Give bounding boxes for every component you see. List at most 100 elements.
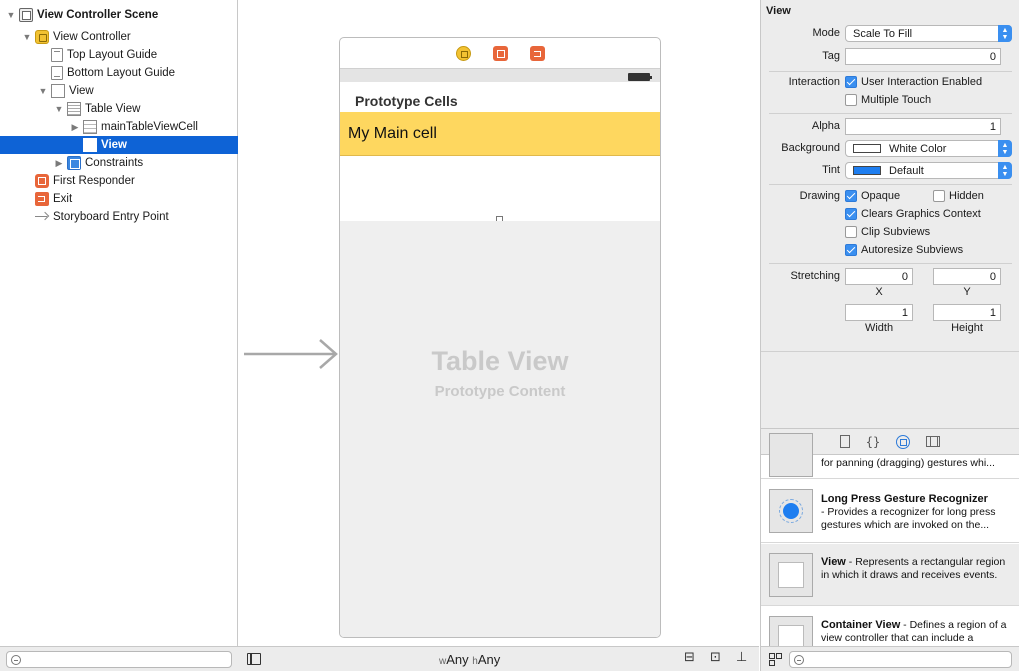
container-view-thumbnail — [769, 616, 813, 646]
cell-label[interactable]: My Main cell — [348, 125, 437, 143]
view-icon — [51, 84, 65, 98]
outline-filter-field[interactable] — [6, 651, 232, 668]
table-view-area[interactable] — [340, 221, 660, 637]
separator — [769, 71, 1012, 72]
checkbox-label: Opaque — [861, 190, 901, 202]
disclosure-open-icon[interactable]: ▼ — [6, 10, 16, 20]
separator — [769, 263, 1012, 264]
grid-view-icon[interactable] — [769, 653, 781, 666]
clip-subviews-checkbox[interactable]: Clip Subviews — [845, 226, 930, 238]
stretch-width-field[interactable]: 1 — [845, 304, 913, 321]
view-icon — [83, 138, 97, 152]
object-library-icon[interactable] — [896, 434, 910, 449]
stretch-y-field[interactable]: 0 — [933, 268, 1001, 285]
tag-label: Tag — [822, 50, 840, 62]
hidden-checkbox[interactable]: Hidden — [933, 190, 984, 202]
background-popup[interactable]: White Color ▲ ▼ — [845, 140, 1012, 157]
disclosure-closed-icon[interactable]: ▶ — [70, 122, 80, 132]
autoresize-subviews-checkbox[interactable]: Autoresize Subviews — [845, 244, 963, 256]
outline-row-table-view[interactable]: ▼ Table View — [0, 100, 238, 118]
pin-icon[interactable]: ⊡ — [710, 650, 721, 665]
stretch-width-label: Width — [864, 322, 894, 334]
main-table-view-cell[interactable]: My Main cell — [340, 112, 660, 156]
checkbox-checked-icon — [845, 244, 857, 256]
outline-label: First Responder — [53, 175, 135, 187]
outline-row-view[interactable]: ▼ View — [0, 82, 238, 100]
stretch-x-field[interactable]: 0 — [845, 268, 913, 285]
alpha-field[interactable]: 1 — [845, 118, 1001, 135]
touch-point-icon — [779, 499, 803, 523]
toggle-outline-icon[interactable] — [247, 653, 261, 665]
outline-row-bottom-layout-guide[interactable]: Bottom Layout Guide — [0, 64, 238, 82]
mode-value: Scale To Fill — [853, 27, 913, 40]
code-snippet-icon[interactable]: {} — [866, 435, 880, 449]
popup-arrows-icon: ▲ ▼ — [998, 162, 1012, 179]
align-icon[interactable]: ⊟ — [684, 650, 695, 665]
object-library: {} for panning (dragging) gestures whi..… — [760, 428, 1019, 646]
interaction-label: Interaction — [788, 76, 840, 88]
tag-field[interactable]: 0 — [845, 48, 1001, 65]
outline-row-view-selected[interactable]: View — [0, 136, 238, 154]
outline-row-main-table-view-cell[interactable]: ▶ mainTableViewCell — [0, 118, 238, 136]
tint-label: Tint — [822, 164, 840, 176]
opaque-checkbox[interactable]: Opaque — [845, 190, 900, 202]
size-class-selector[interactable]: wAny hAny — [439, 652, 500, 667]
storyboard-entry-arrow-icon[interactable] — [244, 338, 340, 370]
background-value: White Color — [889, 142, 947, 155]
long-press-thumbnail — [769, 489, 813, 533]
tint-popup[interactable]: Default ▲ ▼ — [845, 162, 1012, 179]
outline-label: Top Layout Guide — [67, 49, 158, 61]
mode-popup[interactable]: Scale To Fill ▲ ▼ — [845, 25, 1012, 42]
disclosure-open-icon[interactable]: ▼ — [22, 32, 32, 42]
library-item-long-press[interactable]: Long Press Gesture Recognizer - Provides … — [761, 480, 1019, 543]
stretch-height-field[interactable]: 1 — [933, 304, 1001, 321]
outline-filter-input[interactable] — [7, 652, 231, 667]
disclosure-closed-icon[interactable]: ▶ — [54, 158, 64, 168]
outline-label: View Controller Scene — [37, 9, 159, 21]
outline-row-constraints[interactable]: ▶ Constraints — [0, 154, 238, 172]
popup-arrows-icon: ▲ ▼ — [998, 25, 1012, 42]
user-interaction-checkbox[interactable]: User Interaction Enabled — [845, 76, 982, 88]
selected-cell-content-view[interactable] — [340, 156, 660, 221]
checkbox-checked-icon — [845, 208, 857, 220]
outline-row-view-controller[interactable]: ▼ View Controller — [0, 28, 238, 46]
file-template-icon[interactable] — [840, 435, 850, 448]
multiple-touch-checkbox[interactable]: Multiple Touch — [845, 94, 931, 106]
outline-row-storyboard-entry-point[interactable]: Storyboard Entry Point — [0, 208, 238, 226]
battery-icon — [628, 73, 652, 81]
library-item-pan-gesture[interactable]: for panning (dragging) gestures whi... — [761, 433, 1019, 479]
inspector-section-title: View — [766, 5, 791, 17]
library-filter-input[interactable] — [790, 652, 1011, 667]
outline-row-first-responder[interactable]: First Responder — [0, 172, 238, 190]
document-outline: ▼ View Controller Scene ▼ View Controlle… — [0, 0, 238, 646]
scene-dock — [340, 38, 660, 68]
library-item-desc: View - Represents a rectangular region i… — [821, 556, 1006, 581]
stretch-width-value: 1 — [901, 306, 908, 319]
library-item-view[interactable]: View - Represents a rectangular region i… — [761, 544, 1019, 606]
first-responder-icon[interactable] — [492, 45, 508, 61]
library-item-container-view[interactable]: Container View - Defines a region of a v… — [761, 607, 1019, 646]
outline-row-scene[interactable]: ▼ View Controller Scene — [0, 6, 238, 24]
view-controller-icon[interactable] — [455, 45, 471, 61]
library-filter-field[interactable] — [789, 651, 1012, 668]
table-view-placeholder-title: Table View — [431, 346, 569, 376]
outline-row-exit[interactable]: Exit — [0, 190, 238, 208]
disclosure-open-icon[interactable]: ▼ — [38, 86, 48, 96]
mode-label: Mode — [812, 27, 840, 39]
resolve-issues-icon[interactable]: ⊥ — [736, 650, 747, 665]
disclosure-open-icon[interactable]: ▼ — [54, 104, 64, 114]
pan-gesture-thumbnail — [769, 433, 813, 477]
outline-row-top-layout-guide[interactable]: Top Layout Guide — [0, 46, 238, 64]
checkbox-label: Multiple Touch — [861, 94, 932, 106]
outline-label: Bottom Layout Guide — [67, 67, 176, 79]
checkbox-label: Clears Graphics Context — [861, 208, 981, 220]
view-icon — [778, 562, 804, 588]
outline-filter-bar — [0, 646, 239, 671]
table-cell-icon — [83, 120, 97, 134]
clears-graphics-context-checkbox[interactable]: Clears Graphics Context — [845, 208, 981, 220]
media-library-icon[interactable] — [926, 436, 940, 447]
storyboard-canvas[interactable]: Prototype Cells My Main cell Table View … — [239, 0, 759, 646]
outline-label: View Controller — [53, 31, 131, 43]
view-controller-scene[interactable]: Prototype Cells My Main cell Table View … — [339, 37, 661, 638]
exit-icon[interactable] — [529, 45, 545, 61]
